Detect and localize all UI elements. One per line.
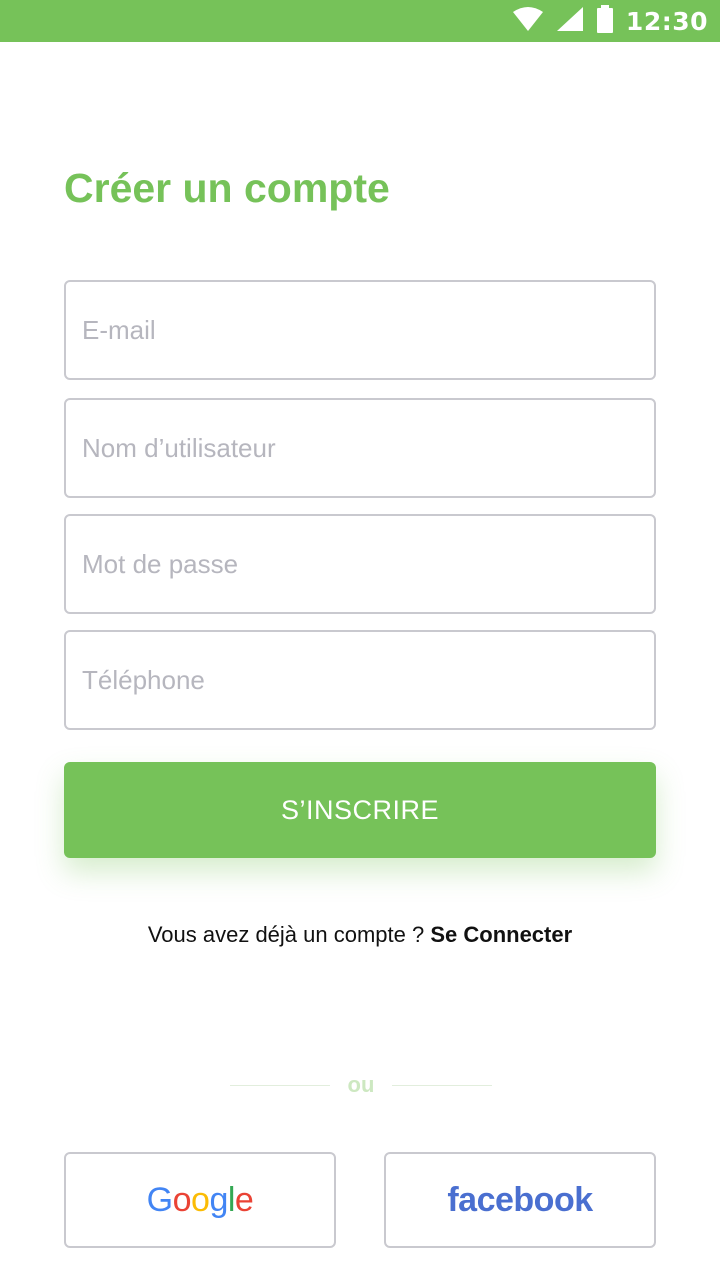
- or-separator-label: ou: [347, 1072, 375, 1097]
- divider-right: [392, 1085, 492, 1086]
- google-logo: Google: [147, 1181, 254, 1220]
- password-field[interactable]: [64, 514, 656, 614]
- google-logo-letter: G: [146, 1180, 173, 1219]
- email-field[interactable]: [64, 280, 656, 380]
- google-logo-letter: l: [227, 1180, 236, 1219]
- phone-field[interactable]: [64, 630, 656, 730]
- facebook-logo: facebook: [447, 1180, 593, 1219]
- signup-button[interactable]: S’INSCRIRE: [64, 762, 656, 858]
- battery-icon: [596, 4, 614, 38]
- google-login-button[interactable]: Google: [64, 1152, 336, 1248]
- google-logo-letter: o: [191, 1180, 210, 1219]
- login-prompt: Vous avez déjà un compte ? Se Connecter: [0, 922, 720, 948]
- page-title: Créer un compte: [64, 165, 390, 211]
- signal-icon: [556, 6, 584, 37]
- divider-left: [230, 1085, 330, 1086]
- login-link[interactable]: Se Connecter: [430, 922, 572, 947]
- status-time: 12:30: [625, 6, 708, 36]
- wifi-icon: [512, 6, 544, 37]
- google-logo-letter: g: [209, 1180, 228, 1219]
- username-field[interactable]: [64, 398, 656, 498]
- google-logo-letter: e: [234, 1180, 254, 1219]
- status-bar: 12:30: [0, 0, 720, 42]
- login-prompt-text: Vous avez déjà un compte ?: [147, 922, 431, 947]
- facebook-login-button[interactable]: facebook: [384, 1152, 656, 1248]
- signup-screen: 12:30 Créer un compte S’INSCRIRE Vous av…: [0, 0, 720, 1280]
- google-logo-letter: o: [172, 1180, 192, 1219]
